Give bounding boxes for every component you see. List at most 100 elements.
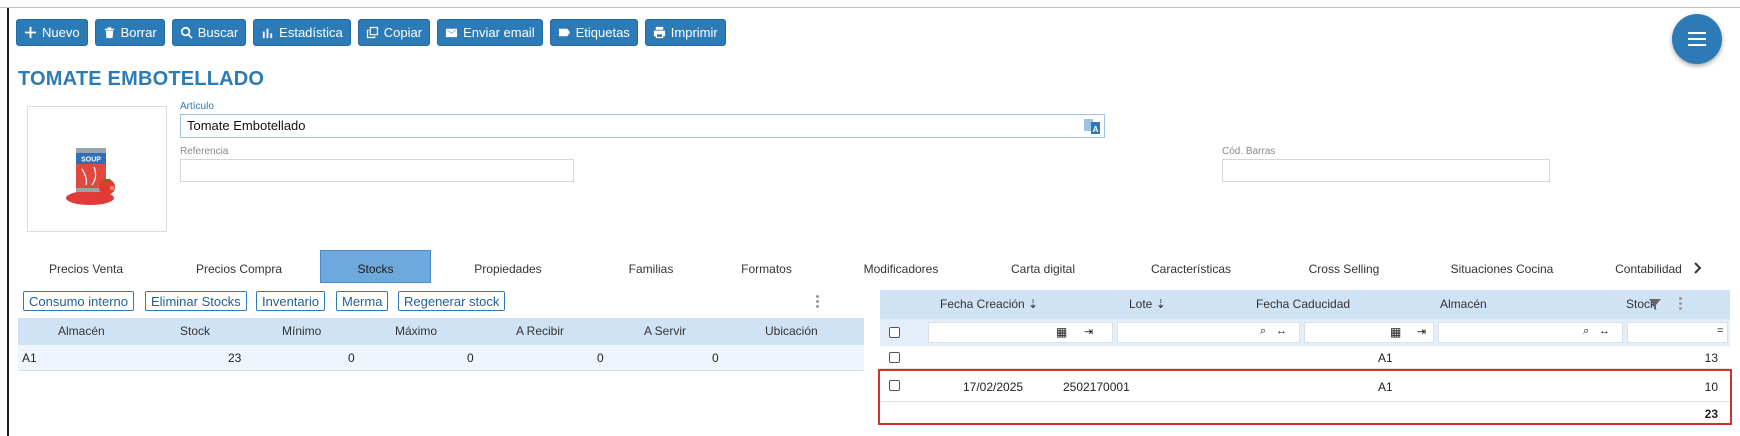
inventario-button[interactable]: Inventario bbox=[256, 291, 326, 311]
row-checkbox[interactable] bbox=[889, 352, 900, 363]
clear-filter-icon[interactable]: ⇥ bbox=[1417, 325, 1426, 338]
tab-formatos[interactable]: Formatos bbox=[719, 250, 814, 283]
bar-chart-icon bbox=[263, 28, 273, 39]
delete-button-label: Borrar bbox=[120, 25, 157, 40]
print-button-label: Imprimir bbox=[670, 25, 718, 40]
table-row[interactable]: A1 13 bbox=[880, 346, 1730, 369]
codbarras-label: Cód. Barras bbox=[1222, 146, 1276, 157]
window-top-edge bbox=[0, 0, 1740, 8]
articulo-label: Artículo bbox=[180, 101, 214, 112]
header-fecha-caducidad[interactable]: Fecha Caducidad bbox=[1256, 297, 1350, 311]
tab-bar: Precios Venta Precios Compra Stocks Prop… bbox=[16, 250, 1716, 283]
copy-icon bbox=[366, 26, 378, 39]
lots-grid-header: Fecha Creación ⇣ Lote ⇣ Fecha Caducidad … bbox=[880, 290, 1730, 319]
labels-button[interactable]: Etiquetas bbox=[549, 19, 638, 46]
header-fecha-creacion[interactable]: Fecha Creación ⇣ bbox=[940, 297, 1038, 311]
tag-icon bbox=[558, 28, 570, 37]
cell-almacen: A1 bbox=[22, 351, 37, 365]
resize-icon[interactable]: ↔ bbox=[1599, 325, 1610, 337]
header-maximo[interactable]: Máximo bbox=[395, 324, 437, 338]
statistics-button[interactable]: Estadística bbox=[253, 19, 351, 46]
header-almacen[interactable]: Almacén bbox=[58, 324, 105, 338]
tab-situaciones-cocina[interactable]: Situaciones Cocina bbox=[1427, 250, 1577, 283]
hamburger-icon bbox=[1688, 38, 1706, 40]
articulo-input[interactable]: Tomate Embotellado A bbox=[180, 114, 1105, 138]
plus-icon bbox=[24, 26, 37, 39]
new-button-label: Nuevo bbox=[42, 25, 80, 40]
mail-icon bbox=[445, 28, 458, 38]
header-a-recibir[interactable]: A Recibir bbox=[516, 324, 564, 338]
new-button[interactable]: Nuevo bbox=[16, 19, 88, 46]
calendar-icon[interactable]: ▦ bbox=[1056, 325, 1067, 339]
copy-button-label: Copiar bbox=[383, 25, 423, 40]
select-all-checkbox[interactable] bbox=[889, 327, 900, 338]
tab-carta-digital[interactable]: Carta digital bbox=[988, 250, 1098, 283]
delete-button[interactable]: Borrar bbox=[94, 19, 165, 46]
cell-maximo: 0 bbox=[467, 351, 474, 365]
stock-table-header: Almacén Stock Mínimo Máximo A Recibir A … bbox=[18, 318, 864, 345]
product-image[interactable]: SOUP bbox=[27, 106, 167, 232]
lots-grid-filter-row: ▦ ⇥ ⌕ ↔ ▦ ⇥ ⌕ ↔ = bbox=[880, 319, 1730, 346]
tab-familias[interactable]: Familias bbox=[606, 250, 696, 283]
chevron-right-icon[interactable] bbox=[1690, 258, 1706, 278]
referencia-input[interactable] bbox=[180, 159, 574, 182]
tab-caracteristicas[interactable]: Características bbox=[1131, 250, 1251, 283]
tab-stocks[interactable]: Stocks bbox=[320, 250, 431, 283]
referencia-label: Referencia bbox=[180, 146, 229, 157]
search-button-label: Buscar bbox=[197, 25, 239, 40]
tab-modificadores[interactable]: Modificadores bbox=[841, 250, 961, 283]
header-minimo[interactable]: Mínimo bbox=[282, 324, 321, 338]
header-a-servir[interactable]: A Servir bbox=[644, 324, 686, 338]
search-icon[interactable]: ⌕ bbox=[1260, 325, 1266, 338]
calendar-icon[interactable]: ▦ bbox=[1390, 325, 1401, 339]
articulo-value: Tomate Embotellado bbox=[187, 118, 306, 133]
window-left-edge bbox=[7, 8, 9, 436]
trash-icon bbox=[104, 27, 114, 39]
send-email-button-label: Enviar email bbox=[463, 25, 535, 40]
cell-a-servir: 0 bbox=[712, 351, 719, 365]
filter-icon[interactable] bbox=[1648, 297, 1662, 311]
tomato-soup-can-icon: SOUP bbox=[66, 148, 115, 205]
cell-stock: 23 bbox=[228, 351, 242, 365]
tab-propiedades[interactable]: Propiedades bbox=[453, 250, 563, 283]
copy-button[interactable]: Copiar bbox=[357, 19, 431, 46]
tab-contabilidad[interactable]: Contabilidad bbox=[1596, 250, 1701, 283]
codbarras-input[interactable] bbox=[1222, 159, 1550, 182]
header-almacen-lots[interactable]: Almacén bbox=[1440, 297, 1487, 311]
equals-icon: = bbox=[1717, 325, 1724, 337]
stock-filter[interactable]: = bbox=[1627, 322, 1728, 343]
consumo-interno-button[interactable]: Consumo interno bbox=[23, 291, 134, 311]
app-window: Nuevo Borrar Buscar Estadística Copiar E… bbox=[0, 0, 1740, 436]
search-icon[interactable]: ⌕ bbox=[1583, 325, 1589, 338]
lote-filter[interactable]: ⌕ ↔ bbox=[1117, 322, 1300, 343]
statistics-button-label: Estadística bbox=[279, 25, 343, 40]
search-icon bbox=[180, 26, 193, 39]
translate-icon[interactable]: A bbox=[1083, 117, 1101, 135]
lots-grid-menu-icon[interactable] bbox=[1679, 297, 1683, 313]
stock-table-menu-icon[interactable] bbox=[816, 295, 820, 311]
search-button[interactable]: Buscar bbox=[171, 19, 247, 46]
print-icon bbox=[653, 26, 665, 39]
menu-fab-button[interactable] bbox=[1672, 14, 1722, 64]
header-ubicacion[interactable]: Ubicación bbox=[765, 324, 818, 338]
resize-icon[interactable]: ↔ bbox=[1276, 325, 1287, 337]
regenerar-stock-button[interactable]: Regenerar stock bbox=[398, 291, 506, 311]
send-email-button[interactable]: Enviar email bbox=[437, 19, 543, 46]
header-stock[interactable]: Stock bbox=[180, 324, 210, 338]
almacen-filter[interactable]: ⌕ ↔ bbox=[1438, 322, 1623, 343]
tab-precios-compra[interactable]: Precios Compra bbox=[174, 250, 304, 283]
tab-cross-selling[interactable]: Cross Selling bbox=[1284, 250, 1404, 283]
fecha-creacion-filter[interactable]: ▦ ⇥ bbox=[928, 322, 1113, 343]
header-lote[interactable]: Lote ⇣ bbox=[1129, 297, 1166, 311]
clear-filter-icon[interactable]: ⇥ bbox=[1084, 325, 1093, 338]
group-almacen: A1 bbox=[1378, 351, 1393, 365]
group-stock: 13 bbox=[1704, 351, 1718, 365]
fecha-caducidad-filter[interactable]: ▦ ⇥ bbox=[1304, 322, 1434, 343]
print-button[interactable]: Imprimir bbox=[644, 19, 726, 46]
eliminar-stocks-button[interactable]: Eliminar Stocks bbox=[145, 291, 247, 311]
merma-button[interactable]: Merma bbox=[336, 291, 389, 311]
tab-precios-venta[interactable]: Precios Venta bbox=[26, 250, 146, 283]
labels-button-label: Etiquetas bbox=[575, 25, 630, 40]
table-row[interactable]: A1 23 0 0 0 0 bbox=[18, 345, 864, 371]
cell-a-recibir: 0 bbox=[597, 351, 604, 365]
